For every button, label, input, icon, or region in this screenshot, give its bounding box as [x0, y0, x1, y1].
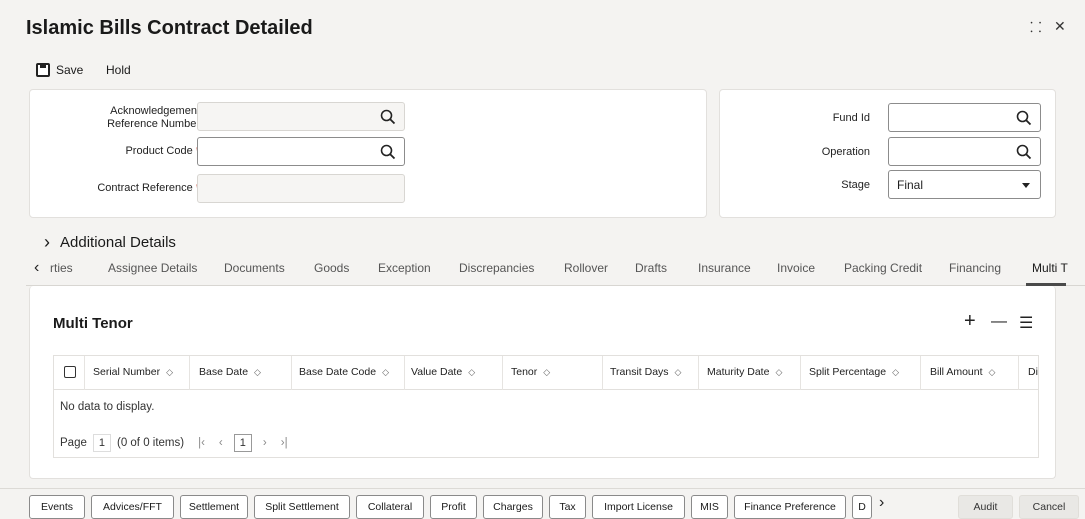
additional-details-label: Additional Details — [60, 234, 176, 251]
multi-tenor-grid: Serial Number ◇ Base Date ◇ Base Date Code… — [53, 355, 1039, 458]
product-code-label: Product Code* — [125, 145, 200, 157]
save-icon — [36, 63, 50, 77]
advices-fft-button[interactable]: Advices/FFT — [91, 495, 174, 519]
col-bill-amount[interactable]: Bill Amount ◇ — [930, 366, 995, 378]
additional-details-toggle[interactable]: › Additional Details — [44, 232, 176, 253]
title-bar: Islamic Bills Contract Detailed ⸬ ✕ — [0, 0, 1085, 56]
no-data-message: No data to display. — [60, 401, 155, 413]
contract-header-panel: Acknowledgement Reference Number Product… — [29, 89, 707, 218]
prev-page-icon[interactable]: ‹ — [219, 437, 223, 449]
sort-icon: ◇ — [254, 367, 261, 377]
sort-icon: ◇ — [775, 367, 783, 377]
search-icon[interactable] — [380, 109, 396, 125]
col-maturity-date[interactable]: Maturity Date ◇ — [707, 366, 782, 378]
col-serial-number[interactable]: Serial Number ◇ — [93, 366, 173, 378]
next-page-icon[interactable]: › — [263, 437, 267, 449]
add-row-icon[interactable]: + — [964, 310, 976, 333]
contract-ref-label: Contract Reference* — [97, 182, 200, 194]
col-transit-days[interactable]: Transit Days ◇ — [610, 366, 681, 378]
sort-icon: ◇ — [892, 367, 899, 377]
tab-discrepancies[interactable]: Discrepancies — [459, 261, 534, 275]
stage-value: Final — [897, 177, 924, 192]
last-page-icon[interactable]: ›| — [281, 437, 288, 449]
stage-select[interactable]: Final — [888, 170, 1041, 199]
tab-exception[interactable]: Exception — [378, 261, 431, 275]
col-value-date[interactable]: Value Date ◇ — [411, 366, 475, 378]
window-title: Islamic Bills Contract Detailed — [26, 17, 313, 39]
footer-scroll-right-icon[interactable]: › — [879, 494, 884, 512]
chevron-down-icon — [1022, 183, 1030, 188]
multi-tenor-title: Multi Tenor — [53, 315, 133, 332]
tab-financing[interactable]: Financing — [949, 261, 1001, 275]
operation-label: Operation — [821, 146, 870, 158]
select-all-checkbox[interactable] — [64, 366, 76, 378]
contract-ref-field[interactable] — [197, 174, 405, 203]
charges-button[interactable]: Charges — [483, 495, 543, 519]
operation-field[interactable] — [888, 137, 1041, 166]
current-page-button[interactable]: 1 — [233, 434, 252, 452]
search-icon[interactable] — [1016, 110, 1032, 126]
sort-icon: ◇ — [988, 367, 996, 377]
cancel-button[interactable]: Cancel — [1019, 495, 1079, 519]
col-tenor[interactable]: Tenor ◇ — [511, 366, 550, 378]
hold-button[interactable]: Hold — [106, 63, 131, 77]
tab-invoice[interactable]: Invoice — [777, 261, 815, 275]
search-icon[interactable] — [1016, 144, 1032, 160]
footer-bar: Events Advices/FFT Settlement Split Sett… — [0, 488, 1085, 519]
finance-preference-button[interactable]: Finance Preference — [734, 495, 846, 519]
page-label: Page — [60, 437, 87, 449]
import-license-button[interactable]: Import License — [592, 495, 685, 519]
grid-header: Serial Number ◇ Base Date ◇ Base Date Code… — [54, 356, 1038, 390]
stage-label: Stage — [841, 179, 870, 191]
chevron-right-icon: › — [44, 232, 50, 252]
tab-bar: ‹ rties Assignee Details Documents Goods… — [26, 256, 1085, 286]
tab-drafts[interactable]: Drafts — [635, 261, 667, 275]
tabs-scroll-left-icon[interactable]: ‹ — [34, 259, 39, 277]
search-icon[interactable] — [380, 144, 396, 160]
tab-multi-tenor[interactable]: Multi T — [1032, 261, 1068, 275]
col-base-date[interactable]: Base Date ◇ — [199, 366, 261, 378]
audit-button[interactable]: Audit — [958, 495, 1013, 519]
tab-goods[interactable]: Goods — [314, 261, 349, 275]
column-list-icon[interactable]: ☰ — [1019, 313, 1033, 333]
remove-row-icon[interactable]: — — [991, 313, 1007, 331]
pagination: Page 1 (0 of 0 items) |‹ ‹ 1 › ›| — [60, 434, 295, 452]
profit-button[interactable]: Profit — [430, 495, 477, 519]
tab-documents[interactable]: Documents — [224, 261, 285, 275]
product-code-field[interactable] — [197, 137, 405, 166]
tab-packing-credit[interactable]: Packing Credit — [844, 261, 922, 275]
collateral-button[interactable]: Collateral — [356, 495, 424, 519]
split-settlement-button[interactable]: Split Settlement — [254, 495, 350, 519]
ack-ref-label: Acknowledgement Reference Number — [107, 105, 200, 130]
settlement-button[interactable]: Settlement — [180, 495, 248, 519]
events-button[interactable]: Events — [29, 495, 85, 519]
fund-id-field[interactable] — [888, 103, 1041, 132]
save-label: Save — [56, 63, 84, 77]
tab-insurance[interactable]: Insurance — [698, 261, 751, 275]
mis-button[interactable]: MIS — [691, 495, 728, 519]
page-input[interactable]: 1 — [92, 434, 111, 452]
col-base-date-code[interactable]: Base Date Code ◇ — [299, 366, 389, 378]
col-discount[interactable]: Di — [1028, 366, 1038, 378]
items-info: (0 of 0 items) — [116, 437, 185, 449]
tax-button[interactable]: Tax — [549, 495, 586, 519]
fund-id-label: Fund Id — [832, 112, 870, 124]
ack-ref-field[interactable] — [197, 102, 405, 131]
sort-icon: ◇ — [674, 367, 682, 377]
first-page-icon[interactable]: |‹ — [198, 437, 205, 449]
tab-rollover[interactable]: Rollover — [564, 261, 608, 275]
more-button-truncated[interactable]: D — [852, 495, 872, 519]
sort-icon: ◇ — [166, 367, 174, 377]
col-split-percentage[interactable]: Split Percentage ◇ — [809, 366, 899, 378]
fund-panel: Fund Id Operation Stage Final — [719, 89, 1056, 218]
sort-icon: ◇ — [543, 367, 551, 377]
tab-assignee-details[interactable]: Assignee Details — [108, 261, 197, 275]
sort-icon: ◇ — [382, 367, 389, 377]
hold-label: Hold — [106, 63, 131, 77]
sort-icon: ◇ — [468, 367, 476, 377]
save-button[interactable]: Save — [36, 63, 83, 77]
tab-parties[interactable]: rties — [50, 261, 73, 275]
restore-icon[interactable]: ⸬ — [1030, 18, 1042, 37]
close-icon[interactable]: ✕ — [1054, 18, 1066, 35]
